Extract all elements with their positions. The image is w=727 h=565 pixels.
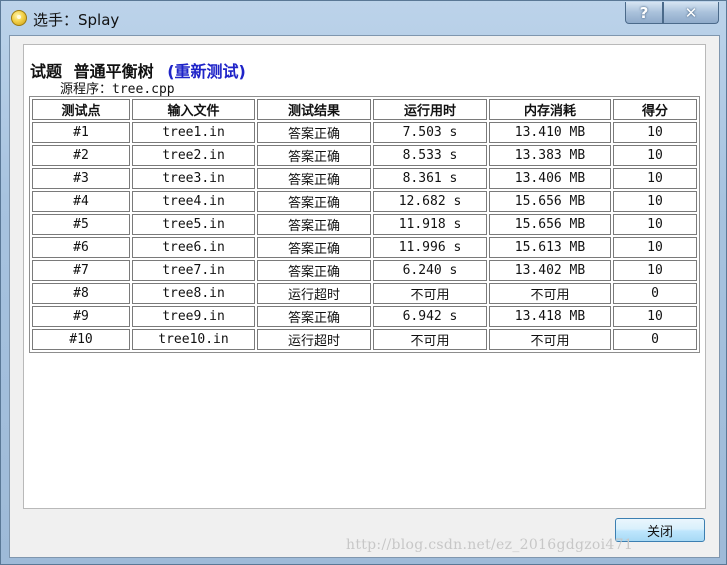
blog-watermark: http://blog.csdn.net/ez_2016gdgzoi471 — [346, 537, 634, 553]
cell-memory: 13.383 MB — [489, 145, 611, 166]
table-row: #10 tree10.in 运行超时 不可用 不可用 0 — [32, 329, 697, 350]
table-row: #3 tree3.in 答案正确 8.361 s 13.406 MB 10 — [32, 168, 697, 189]
cell-runtime: 11.996 s — [373, 237, 487, 258]
table-header-row: 测试点 输入文件 测试结果 运行用时 内存消耗 得分 — [32, 99, 697, 120]
cell-input-file: tree8.in — [132, 283, 255, 304]
cell-result: 答案正确 — [257, 122, 371, 143]
source-file: tree.cpp — [112, 82, 175, 97]
cell-result: 答案正确 — [257, 145, 371, 166]
cell-input-file: tree1.in — [132, 122, 255, 143]
cell-testcase: #3 — [32, 168, 130, 189]
cell-input-file: tree9.in — [132, 306, 255, 327]
cell-testcase: #9 — [32, 306, 130, 327]
table-row: #5 tree5.in 答案正确 11.918 s 15.656 MB 10 — [32, 214, 697, 235]
cell-score: 10 — [613, 168, 697, 189]
cell-testcase: #4 — [32, 191, 130, 212]
cell-input-file: tree7.in — [132, 260, 255, 281]
cell-runtime: 7.503 s — [373, 122, 487, 143]
col-header-result: 测试结果 — [257, 99, 371, 120]
cell-testcase: #10 — [32, 329, 130, 350]
cell-score: 10 — [613, 191, 697, 212]
cell-score: 10 — [613, 306, 697, 327]
cell-testcase: #5 — [32, 214, 130, 235]
col-header-testcase: 测试点 — [32, 99, 130, 120]
cell-memory: 13.406 MB — [489, 168, 611, 189]
cell-runtime: 6.942 s — [373, 306, 487, 327]
cell-input-file: tree5.in — [132, 214, 255, 235]
problem-label: 试题 — [30, 62, 63, 81]
cell-result: 答案正确 — [257, 191, 371, 212]
cell-score: 10 — [613, 237, 697, 258]
col-header-runtime: 运行用时 — [373, 99, 487, 120]
table-row: #4 tree4.in 答案正确 12.682 s 15.656 MB 10 — [32, 191, 697, 212]
app-coin-icon — [11, 10, 27, 26]
dialog-window: 选手：Splay ? ✕ 试题 普通平衡树 (重新测试) 源程序：tree.cp… — [0, 0, 727, 565]
cell-memory: 15.656 MB — [489, 214, 611, 235]
cell-result: 运行超时 — [257, 283, 371, 304]
window-title: 选手：Splay — [33, 11, 120, 29]
cell-score: 0 — [613, 329, 697, 350]
cell-runtime: 12.682 s — [373, 191, 487, 212]
cell-memory: 不可用 — [489, 283, 611, 304]
cell-input-file: tree2.in — [132, 145, 255, 166]
cell-memory: 13.410 MB — [489, 122, 611, 143]
cell-input-file: tree3.in — [132, 168, 255, 189]
table-row: #8 tree8.in 运行超时 不可用 不可用 0 — [32, 283, 697, 304]
results-table: 测试点 输入文件 测试结果 运行用时 内存消耗 得分 #1 tree1.in 答… — [29, 96, 700, 353]
col-header-input-file: 输入文件 — [132, 99, 255, 120]
cell-runtime: 8.361 s — [373, 168, 487, 189]
cell-score: 0 — [613, 283, 697, 304]
cell-score: 10 — [613, 214, 697, 235]
table-row: #9 tree9.in 答案正确 6.942 s 13.418 MB 10 — [32, 306, 697, 327]
cell-result: 答案正确 — [257, 260, 371, 281]
cell-result: 答案正确 — [257, 214, 371, 235]
dialog-client-area: 试题 普通平衡树 (重新测试) 源程序：tree.cpp 测试点 输入文件 测试… — [9, 35, 720, 558]
cell-memory: 13.418 MB — [489, 306, 611, 327]
cell-input-file: tree4.in — [132, 191, 255, 212]
cell-memory: 13.402 MB — [489, 260, 611, 281]
cell-score: 10 — [613, 260, 697, 281]
col-header-score: 得分 — [613, 99, 697, 120]
cell-testcase: #8 — [32, 283, 130, 304]
table-row: #6 tree6.in 答案正确 11.996 s 15.613 MB 10 — [32, 237, 697, 258]
cell-result: 答案正确 — [257, 168, 371, 189]
close-icon: ✕ — [684, 3, 698, 22]
cell-result: 运行超时 — [257, 329, 371, 350]
window-close-button[interactable]: ✕ — [663, 2, 719, 24]
cell-input-file: tree10.in — [132, 329, 255, 350]
source-label: 源程序： — [60, 82, 113, 97]
cell-result: 答案正确 — [257, 237, 371, 258]
cell-testcase: #1 — [32, 122, 130, 143]
title-bar[interactable]: 选手：Splay ? ✕ — [1, 1, 726, 35]
cell-score: 10 — [613, 145, 697, 166]
cell-score: 10 — [613, 122, 697, 143]
cell-memory: 15.613 MB — [489, 237, 611, 258]
table-row: #1 tree1.in 答案正确 7.503 s 13.410 MB 10 — [32, 122, 697, 143]
cell-runtime: 不可用 — [373, 329, 487, 350]
cell-memory: 不可用 — [489, 329, 611, 350]
help-icon: ? — [639, 3, 649, 22]
table-row: #2 tree2.in 答案正确 8.533 s 13.383 MB 10 — [32, 145, 697, 166]
cell-testcase: #7 — [32, 260, 130, 281]
help-button[interactable]: ? — [625, 2, 663, 24]
results-panel: 试题 普通平衡树 (重新测试) 源程序：tree.cpp 测试点 输入文件 测试… — [23, 44, 706, 509]
retest-link[interactable]: (重新测试) — [167, 62, 246, 81]
cell-testcase: #6 — [32, 237, 130, 258]
cell-input-file: tree6.in — [132, 237, 255, 258]
cell-memory: 15.656 MB — [489, 191, 611, 212]
cell-testcase: #2 — [32, 145, 130, 166]
col-header-memory: 内存消耗 — [489, 99, 611, 120]
source-line: 源程序：tree.cpp — [60, 78, 175, 97]
cell-runtime: 8.533 s — [373, 145, 487, 166]
cell-runtime: 11.918 s — [373, 214, 487, 235]
cell-runtime: 不可用 — [373, 283, 487, 304]
table-row: #7 tree7.in 答案正确 6.240 s 13.402 MB 10 — [32, 260, 697, 281]
cell-result: 答案正确 — [257, 306, 371, 327]
cell-runtime: 6.240 s — [373, 260, 487, 281]
